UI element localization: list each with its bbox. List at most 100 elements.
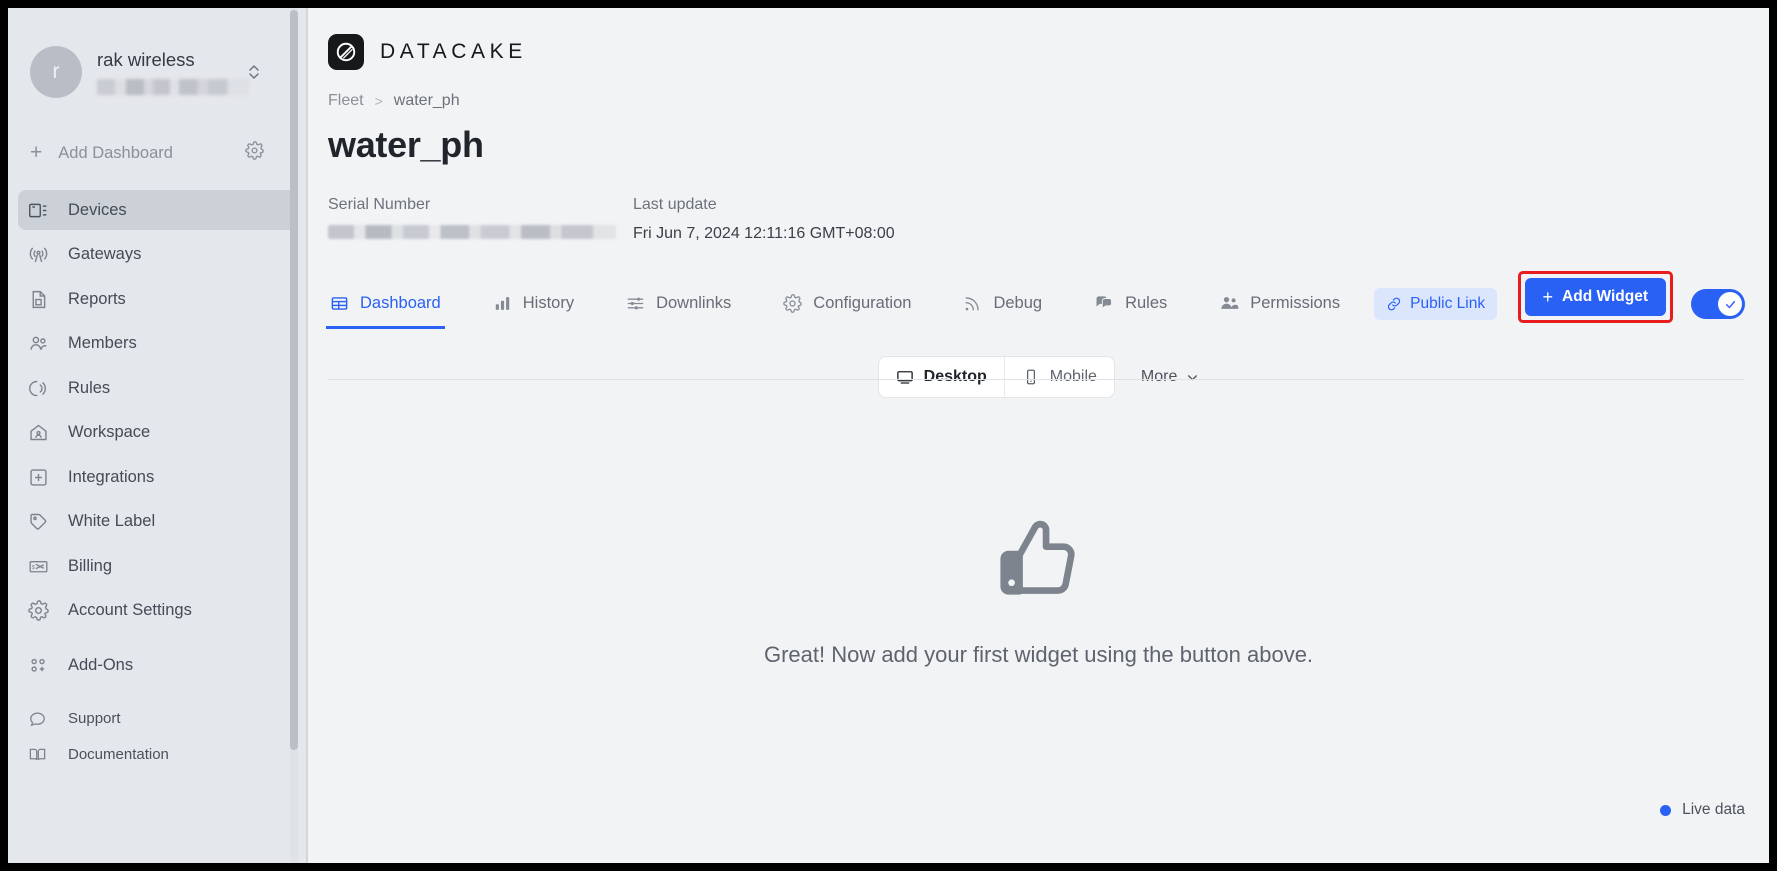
nav-divider-space [8, 631, 308, 646]
add-widget-highlight: + Add Widget [1517, 271, 1673, 323]
sidebar-item-support[interactable]: Support [18, 701, 298, 737]
sidebar-item-white-label[interactable]: White Label [18, 502, 298, 542]
tab-dashboard[interactable]: Dashboard [326, 277, 445, 329]
tab-label: Debug [993, 293, 1043, 312]
edit-mode-toggle[interactable] [1691, 289, 1745, 319]
sidebar-item-members[interactable]: Members [18, 324, 298, 364]
serial-number-block: Serial Number [328, 196, 633, 243]
sidebar-item-integrations[interactable]: Integrations [18, 457, 298, 497]
tab-permissions[interactable]: Permissions [1217, 277, 1342, 329]
tab-debug[interactable]: Debug [961, 277, 1044, 329]
serial-number-label: Serial Number [328, 196, 431, 213]
sidebar-item-label: Account Settings [68, 601, 192, 619]
tab-label: Configuration [813, 293, 912, 312]
plus-icon: + [1542, 286, 1554, 307]
add-widget-label: Add Widget [1562, 288, 1648, 305]
svg-text:$: $ [32, 565, 35, 571]
tab-label: Rules [1125, 293, 1168, 312]
sidebar-item-label: White Label [68, 512, 156, 530]
add-dashboard-button[interactable]: + Add Dashboard [18, 130, 298, 176]
people-icon [1219, 293, 1239, 313]
sidebar-item-label: Workspace [68, 423, 151, 441]
empty-state: Great! Now add your first widget using t… [308, 513, 1769, 668]
table-icon [330, 294, 349, 313]
tab-label: History [522, 293, 575, 312]
more-button[interactable]: More [1141, 368, 1199, 386]
antenna-icon [28, 244, 54, 266]
sidebar-item-label: Devices [68, 200, 127, 219]
invoice-icon: $ [28, 555, 54, 577]
view-segmented-control: Desktop Mobile [877, 356, 1115, 398]
view-option-label: Desktop [923, 368, 987, 385]
brand-header: DATACAKE [308, 8, 1769, 70]
live-dot-icon [1660, 804, 1672, 816]
signal-icon [963, 294, 982, 313]
phone-icon [1022, 368, 1040, 386]
speech-bubbles-icon [1094, 293, 1114, 313]
app-window: r rak wireless + Add Dashboard Devices G… [8, 8, 1769, 863]
logo-text: DATACAKE [380, 40, 527, 63]
sliders-icon [626, 294, 645, 313]
device-meta: Serial Number Last update Fri Jun 7, 202… [308, 166, 1769, 243]
link-icon [1386, 296, 1402, 312]
sidebar-scrollbar-thumb[interactable] [290, 10, 298, 750]
tabs-underline [328, 379, 1745, 380]
device-tabs: Dashboard History Downlinks Configuratio… [326, 271, 1769, 329]
sidebar-nav: Devices Gateways Reports Members Rules W… [8, 190, 308, 773]
breadcrumb: Fleet > water_ph [308, 70, 1769, 110]
public-link-label: Public Link [1410, 295, 1486, 312]
sidebar-item-workspace[interactable]: Workspace [18, 413, 298, 453]
chat-bubble-icon [28, 708, 54, 730]
view-option-mobile[interactable]: Mobile [1003, 357, 1114, 397]
sidebar-item-label: Billing [68, 556, 113, 575]
tab-configuration[interactable]: Configuration [781, 277, 913, 329]
sidebar-bottom-nav: Support Documentation [8, 701, 308, 773]
main-content: DATACAKE Fleet > water_ph water_ph Seria… [308, 8, 1769, 863]
sidebar-item-documentation[interactable]: Documentation [18, 737, 298, 773]
tab-label: Downlinks [656, 293, 732, 312]
tab-label: Dashboard [360, 293, 441, 312]
breadcrumb-current: water_ph [393, 92, 460, 109]
tab-rules[interactable]: Rules [1092, 277, 1169, 329]
devices-icon [28, 199, 54, 221]
live-data-indicator: Live data [1660, 801, 1745, 819]
broadcast-icon [28, 377, 54, 399]
serial-number-redacted [328, 225, 616, 239]
apps-plus-icon [28, 655, 54, 677]
tab-downlinks[interactable]: Downlinks [624, 277, 733, 329]
public-link-button[interactable]: Public Link [1374, 288, 1498, 320]
tab-label: Permissions [1250, 293, 1341, 312]
sidebar-item-label: Support [68, 710, 121, 727]
document-icon [28, 288, 54, 310]
home-icon [28, 422, 54, 444]
view-option-desktop[interactable]: Desktop [879, 357, 1004, 397]
tab-history[interactable]: History [491, 277, 576, 329]
sidebar-item-devices[interactable]: Devices [18, 190, 298, 230]
view-option-label: Mobile [1049, 368, 1097, 385]
bar-chart-icon [493, 294, 512, 313]
monitor-icon [896, 368, 914, 386]
add-widget-button[interactable]: + Add Widget [1524, 278, 1666, 316]
sidebar-item-billing[interactable]: $ Billing [18, 546, 298, 586]
toggle-knob [1718, 292, 1742, 316]
sidebar-item-label: Documentation [68, 746, 169, 763]
sidebar-item-rules[interactable]: Rules [18, 368, 298, 408]
chevron-down-icon [1186, 371, 1199, 384]
sidebar-item-label: Reports [68, 289, 126, 308]
sidebar-item-label: Members [68, 334, 137, 352]
sidebar-item-add-ons[interactable]: Add-Ons [18, 646, 298, 686]
book-icon [28, 744, 54, 766]
sidebar-item-label: Rules [68, 378, 111, 397]
gear-icon[interactable] [245, 141, 264, 165]
plus-icon: + [30, 141, 43, 164]
sidebar-item-reports[interactable]: Reports [18, 279, 298, 319]
view-switch-bar: Desktop Mobile More [308, 356, 1769, 398]
breadcrumb-root[interactable]: Fleet [328, 92, 364, 110]
more-label: More [1140, 368, 1178, 385]
sidebar-item-gateways[interactable]: Gateways [18, 235, 298, 275]
serial-number-value [328, 225, 633, 239]
tag-icon [28, 511, 54, 533]
workspace-switcher[interactable]: r rak wireless [8, 8, 308, 112]
sidebar-item-account-settings[interactable]: Account Settings [18, 591, 298, 631]
gear-icon [783, 293, 803, 313]
